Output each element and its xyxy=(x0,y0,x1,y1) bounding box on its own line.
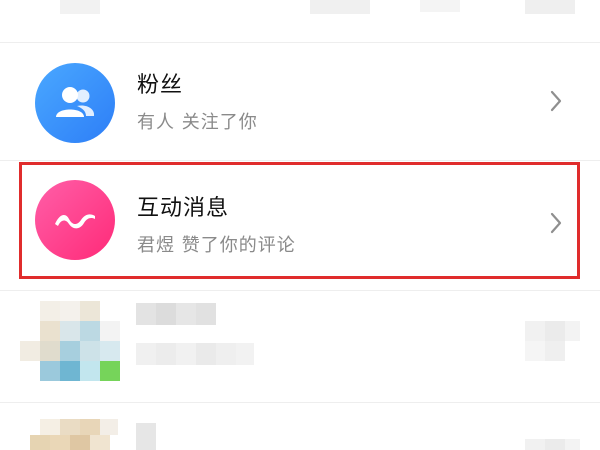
followers-subtitle: 有人 关注了你 xyxy=(137,112,258,133)
followers-title: 粉丝 xyxy=(137,73,184,98)
blurred-time xyxy=(525,321,580,361)
followers-icon xyxy=(56,87,95,117)
followers-avatar xyxy=(35,63,115,143)
chevron-right-icon[interactable] xyxy=(549,89,563,113)
highlight-box xyxy=(19,162,580,279)
blurred-avatar-2 xyxy=(30,419,120,450)
blurred-avatar xyxy=(20,301,120,391)
list-item-blurred-2[interactable] xyxy=(0,403,600,450)
list-item-blurred[interactable] xyxy=(0,291,600,401)
blurred-title-2 xyxy=(136,423,176,450)
list-item-followers[interactable]: 粉丝 有人 关注了你 xyxy=(0,43,600,160)
blurred-title xyxy=(136,303,256,373)
blurred-top-row xyxy=(0,0,600,20)
blurred-time-2 xyxy=(525,439,580,450)
